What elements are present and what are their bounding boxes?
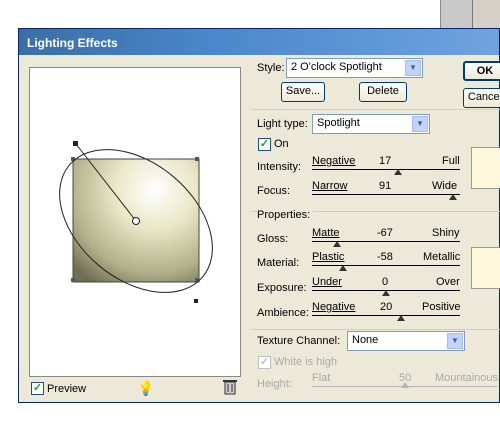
intensity-slider-track[interactable]	[312, 169, 460, 170]
ambience-max-label: Positive	[422, 301, 461, 313]
ambience-label: Ambience:	[257, 307, 309, 319]
light-type-select[interactable]: Spotlight ▼	[312, 114, 430, 134]
focus-slider-thumb[interactable]	[448, 194, 457, 200]
exposure-min-label: Under	[312, 276, 342, 288]
focus-min-label: Narrow	[312, 180, 348, 192]
trash-icon[interactable]	[223, 379, 237, 398]
light-type-value: Spotlight	[317, 117, 360, 129]
intensity-value[interactable]: 17	[379, 155, 391, 167]
intensity-min-label: Negative	[312, 155, 356, 167]
ambience-slider-track[interactable]	[312, 315, 460, 316]
height-min-label: Flat	[312, 372, 331, 384]
texture-channel-value: None	[352, 334, 379, 346]
focus-label: Focus:	[257, 185, 291, 197]
gloss-slider-thumb[interactable]	[333, 241, 342, 247]
height-slider-thumb[interactable]	[400, 382, 409, 388]
corner-handle	[71, 278, 75, 282]
ambience-slider-thumb[interactable]	[396, 315, 405, 321]
exposure-label: Exposure:	[257, 282, 307, 294]
exposure-slider-thumb[interactable]	[382, 290, 390, 296]
material-min-label: Plastic	[312, 251, 345, 263]
material-value[interactable]: -58	[377, 251, 393, 263]
style-select-value: 2 O'clock Spotlight	[291, 61, 382, 73]
intensity-slider-thumb[interactable]	[393, 169, 402, 175]
ambient-color-swatch[interactable]	[471, 247, 500, 289]
light-center-handle	[132, 217, 140, 225]
focus-slider-track[interactable]	[312, 194, 460, 195]
material-label: Material:	[257, 257, 300, 269]
style-label: Style:	[257, 62, 285, 74]
preview-area[interactable]	[29, 67, 241, 377]
divider	[251, 329, 500, 330]
preview-label: Preview	[47, 383, 87, 395]
intensity-label: Intensity:	[257, 161, 302, 173]
ambience-value[interactable]: 20	[380, 301, 392, 313]
height-label: Height:	[257, 378, 292, 390]
light-on-label: On	[274, 138, 289, 150]
divider	[251, 109, 500, 110]
intensity-max-label: Full	[442, 155, 460, 167]
light-color-swatch[interactable]	[471, 147, 500, 189]
background-panel-edge	[472, 0, 500, 28]
cancel-button[interactable]: Cancel	[463, 88, 500, 108]
style-select[interactable]: 2 O'clock Spotlight ▼	[286, 58, 423, 78]
light-preview-graphic[interactable]	[30, 68, 240, 376]
white-is-high-label: White is high	[274, 356, 337, 368]
chevron-down-icon[interactable]: ▼	[412, 116, 428, 132]
preview-checkbox[interactable]: ✓	[31, 382, 44, 395]
chevron-down-icon[interactable]: ▼	[405, 60, 421, 76]
chevron-down-icon[interactable]: ▼	[447, 333, 463, 349]
properties-label: Properties:	[257, 209, 314, 221]
material-slider-track[interactable]	[312, 265, 460, 266]
focus-max-label: Wide	[432, 180, 458, 192]
lighting-effects-dialog: Lighting Effects ✓ Preview 💡 Style: 2 O'…	[18, 28, 500, 403]
gloss-label: Gloss:	[257, 233, 289, 245]
lightbulb-icon[interactable]: 💡	[137, 380, 154, 397]
texture-channel-select[interactable]: None ▼	[347, 331, 465, 351]
focus-value[interactable]: 91	[379, 180, 391, 192]
exposure-value[interactable]: 0	[382, 276, 388, 288]
preview-footer: ✓ Preview 💡	[29, 379, 241, 401]
ambience-min-label: Negative	[312, 301, 356, 313]
gloss-value[interactable]: -67	[377, 227, 393, 239]
background-canvas	[0, 0, 500, 28]
light-handle	[73, 141, 78, 146]
corner-handle	[195, 157, 199, 161]
light-handle	[194, 299, 198, 303]
ok-button[interactable]: OK	[463, 61, 500, 81]
gloss-max-label: Shiny	[432, 227, 460, 239]
exposure-max-label: Over	[436, 276, 460, 288]
white-is-high-checkbox[interactable]: ✓	[258, 356, 271, 369]
material-max-label: Metallic	[423, 251, 461, 263]
texture-channel-label: Texture Channel:	[257, 335, 341, 347]
dialog-title[interactable]: Lighting Effects	[19, 29, 499, 55]
delete-button[interactable]: Delete	[359, 82, 407, 102]
material-slider-thumb[interactable]	[339, 265, 348, 271]
gloss-min-label: Matte	[312, 227, 340, 239]
height-max-label: Mountainous	[435, 372, 498, 384]
save-button[interactable]: Save...	[281, 82, 325, 102]
light-type-label: Light type:	[257, 118, 308, 130]
light-on-checkbox[interactable]: ✓	[258, 138, 271, 151]
